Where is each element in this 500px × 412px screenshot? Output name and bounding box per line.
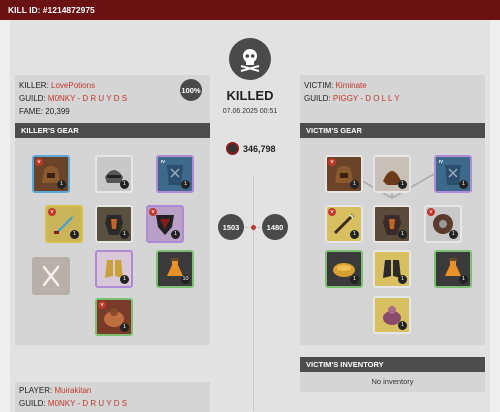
vs-dot bbox=[251, 225, 256, 230]
killer-gear-title: KILLER'S GEAR bbox=[15, 123, 210, 138]
killer-mount-slot[interactable]: V 1 bbox=[95, 298, 133, 336]
victim-mount-slot[interactable]: 1 bbox=[373, 296, 411, 334]
killer-label: KILLER: bbox=[19, 81, 49, 90]
tier-badge: V bbox=[149, 208, 157, 216]
killer-offhand-slot[interactable]: V 1 bbox=[146, 205, 184, 243]
victim-offhand-slot[interactable]: V 1 bbox=[424, 205, 462, 243]
item-qty: 1 bbox=[350, 275, 359, 284]
killer-item-power: 1503 bbox=[218, 214, 244, 240]
victim-armor-slot[interactable]: 1 bbox=[373, 205, 411, 243]
killer-food-slot-empty bbox=[32, 257, 70, 295]
killer-guild-link[interactable]: M0NKY - D R U Y D S bbox=[48, 94, 127, 103]
item-qty: 1 bbox=[398, 230, 407, 239]
item-qty: 1 bbox=[120, 323, 129, 332]
victim-item-power: 1480 bbox=[262, 214, 288, 240]
killer-potion-slot[interactable]: 10 bbox=[156, 250, 194, 288]
tier-badge: V bbox=[98, 301, 106, 309]
participant-info-panel: PLAYER: Muirakitan GUILD: M0NKY - D R U … bbox=[15, 382, 210, 412]
tier-badge: V bbox=[48, 208, 56, 216]
item-qty: 1 bbox=[398, 321, 407, 330]
killer-shoes-slot[interactable]: 1 bbox=[95, 250, 133, 288]
fork-knife-icon bbox=[42, 265, 60, 287]
victim-inventory-panel: No inventory bbox=[300, 372, 485, 392]
total-fame: 346,798 bbox=[226, 142, 276, 155]
player-label: PLAYER: bbox=[19, 386, 53, 395]
item-qty: 1 bbox=[350, 180, 359, 189]
item-qty: 1 bbox=[350, 230, 359, 239]
item-qty: 1 bbox=[459, 275, 468, 284]
victim-cape-slot[interactable]: IV 1 bbox=[434, 155, 472, 193]
item-qty: 1 bbox=[70, 230, 79, 239]
kill-date: 07.06.2025 00:51 bbox=[222, 108, 278, 115]
fame-icon bbox=[226, 142, 239, 155]
killer-guild-label: GUILD: bbox=[19, 94, 46, 103]
victim-info-panel: VICTIM: Kiminate GUILD: PIGGY - D O L L … bbox=[300, 75, 485, 125]
victim-gear-title: VICTIM'S GEAR bbox=[300, 123, 485, 138]
item-qty: 1 bbox=[459, 180, 468, 189]
killer-fame-label: FAME: bbox=[19, 107, 44, 116]
tier-badge: V bbox=[427, 208, 435, 216]
tier-badge: IV bbox=[437, 158, 445, 166]
victim-mainhand-slot[interactable]: V 1 bbox=[325, 205, 363, 243]
killer-gear-panel: V 1 1 IV 1 V 1 1 V 1 1 10 V 1 bbox=[15, 138, 210, 345]
killer-head-slot[interactable]: 1 bbox=[95, 155, 133, 193]
item-qty: 1 bbox=[171, 230, 180, 239]
item-qty: 1 bbox=[120, 230, 129, 239]
skull-badge bbox=[229, 38, 271, 80]
killer-armor-slot[interactable]: 1 bbox=[95, 205, 133, 243]
item-qty: 1 bbox=[120, 180, 129, 189]
victim-guild-label: GUILD: bbox=[304, 94, 331, 103]
participant-guild-link[interactable]: M0NKY - D R U Y D S bbox=[48, 399, 127, 408]
victim-shoes-slot[interactable]: 1 bbox=[373, 250, 411, 288]
victim-inventory-title: VICTIM'S INVENTORY bbox=[300, 357, 485, 372]
killer-bag-slot[interactable]: V 1 bbox=[32, 155, 70, 193]
victim-guild-link[interactable]: PIGGY - D O L L Y bbox=[333, 94, 400, 103]
victim-potion-slot[interactable]: 1 bbox=[434, 250, 472, 288]
tier-badge: V bbox=[35, 158, 43, 166]
no-inventory-text: No inventory bbox=[371, 377, 414, 386]
center-divider bbox=[253, 175, 254, 410]
killer-fame-value: 20,399 bbox=[45, 107, 70, 116]
kill-detail-page: KILLER: LovePotions GUILD: M0NKY - D R U… bbox=[10, 20, 490, 412]
tier-badge: V bbox=[328, 208, 336, 216]
item-qty: 1 bbox=[398, 180, 407, 189]
killer-mainhand-slot[interactable]: V 1 bbox=[45, 205, 83, 243]
item-qty: 1 bbox=[181, 180, 190, 189]
skull-icon bbox=[240, 49, 260, 72]
victim-gear-panel: V 1 1 IV 1 V 1 1 V 1 1 1 1 1 bbox=[300, 138, 485, 345]
killer-name-link[interactable]: LovePotions bbox=[51, 81, 95, 90]
item-qty: 1 bbox=[57, 180, 66, 189]
kill-id-header: KILL ID: #1214872975 bbox=[0, 0, 500, 20]
victim-label: VICTIM: bbox=[304, 81, 334, 90]
victim-head-slot[interactable]: 1 bbox=[373, 155, 411, 193]
item-qty: 10 bbox=[181, 275, 190, 284]
killed-title: KILLED bbox=[226, 88, 274, 103]
participant-guild-label: GUILD: bbox=[19, 399, 46, 408]
tier-badge: IV bbox=[159, 158, 167, 166]
tier-badge: V bbox=[328, 158, 336, 166]
killer-cape-slot[interactable]: IV 1 bbox=[156, 155, 194, 193]
item-qty: 1 bbox=[398, 275, 407, 284]
damage-percent-badge: 100% bbox=[180, 79, 202, 101]
item-qty: 1 bbox=[120, 275, 129, 284]
victim-name-link[interactable]: Kiminate bbox=[336, 81, 367, 90]
victim-bag-slot[interactable]: V 1 bbox=[325, 155, 363, 193]
item-qty: 1 bbox=[449, 230, 458, 239]
player-name-link[interactable]: Muirakitan bbox=[54, 386, 91, 395]
total-fame-value: 346,798 bbox=[243, 143, 276, 154]
victim-food-slot[interactable]: 1 bbox=[325, 250, 363, 288]
